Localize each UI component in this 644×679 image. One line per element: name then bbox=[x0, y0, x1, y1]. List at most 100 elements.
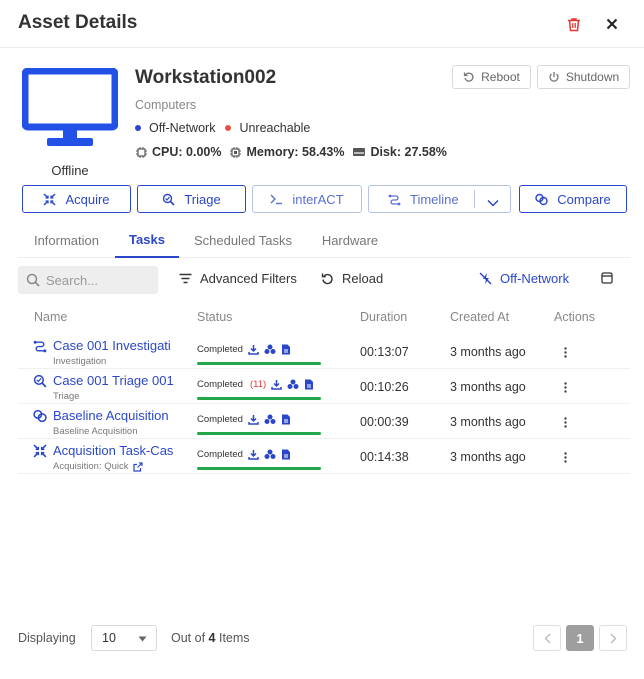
timeline-dropdown-icon[interactable] bbox=[487, 195, 508, 210]
tab-hardware[interactable]: Hardware bbox=[307, 222, 393, 258]
dialog-header: Asset Details bbox=[0, 0, 644, 48]
task-type: Baseline Acquisition bbox=[53, 426, 138, 437]
total-items: 4 bbox=[208, 631, 216, 645]
column-status[interactable]: Status bbox=[197, 310, 232, 324]
page-number-button[interactable]: 1 bbox=[566, 625, 594, 651]
report-icon[interactable] bbox=[304, 379, 314, 390]
table-row[interactable]: Baseline Acquisition Baseline Acquisitio… bbox=[18, 404, 630, 439]
acquire-button[interactable]: Acquire bbox=[22, 185, 131, 213]
progress-bar bbox=[197, 397, 321, 400]
more-actions-icon[interactable] bbox=[559, 449, 571, 465]
task-created-at: 3 months ago bbox=[450, 345, 526, 359]
acquire-label: Acquire bbox=[65, 191, 110, 207]
power-icon bbox=[549, 72, 559, 82]
table-row[interactable]: Acquisition Task-Cas Acquisition: Quick … bbox=[18, 439, 630, 474]
dialog-title: Asset Details bbox=[18, 12, 138, 33]
report-icon[interactable] bbox=[281, 414, 291, 425]
share-icon[interactable] bbox=[264, 414, 276, 425]
download-icon[interactable] bbox=[248, 414, 259, 425]
table-header: Name Status Duration Created At Actions bbox=[18, 306, 630, 328]
terminal-icon bbox=[270, 194, 283, 205]
disk-icon bbox=[353, 148, 366, 156]
task-type: Investigation bbox=[53, 356, 107, 367]
reachability-status: Unreachable bbox=[239, 121, 311, 135]
chevron-left-icon bbox=[544, 633, 550, 643]
tab-scheduled-tasks[interactable]: Scheduled Tasks bbox=[179, 222, 307, 258]
task-name-cell: Baseline Acquisition Baseline Acquisitio… bbox=[33, 408, 198, 437]
task-name-link[interactable]: Acquisition Task-Cas bbox=[53, 443, 173, 458]
prev-page-button[interactable] bbox=[533, 625, 561, 651]
advanced-filters-button[interactable]: Advanced Filters bbox=[179, 271, 297, 286]
download-icon[interactable] bbox=[248, 344, 259, 355]
report-icon[interactable] bbox=[281, 449, 291, 460]
task-duration: 00:13:07 bbox=[360, 345, 409, 359]
unreachable-dot-icon bbox=[225, 125, 232, 131]
column-name[interactable]: Name bbox=[34, 310, 67, 324]
timeline-button[interactable]: Timeline bbox=[368, 185, 511, 213]
task-status-cell: Completed bbox=[197, 414, 332, 435]
acquire-icon bbox=[43, 192, 56, 206]
compare-label: Compare bbox=[557, 191, 611, 207]
columns-toggle-button[interactable] bbox=[601, 272, 621, 284]
items-label: Items bbox=[218, 631, 250, 645]
report-icon[interactable] bbox=[281, 344, 291, 355]
memory-stat: Memory: 58.43% bbox=[229, 145, 344, 159]
task-name-link[interactable]: Case 001 Triage 001 bbox=[53, 373, 174, 388]
network-status: Off-Network bbox=[149, 121, 216, 135]
table-row[interactable]: Case 001 Triage 001 Triage Completed (11… bbox=[18, 369, 630, 404]
external-link-icon[interactable] bbox=[132, 461, 143, 472]
progress-bar bbox=[197, 432, 321, 435]
share-icon[interactable] bbox=[287, 379, 299, 390]
task-status-cell: Completed (11) bbox=[197, 379, 332, 400]
share-icon[interactable] bbox=[264, 344, 276, 355]
search-box[interactable] bbox=[18, 266, 158, 294]
compare-button[interactable]: Compare bbox=[519, 185, 627, 213]
network-filter-button[interactable]: Off-Network bbox=[479, 271, 569, 286]
shutdown-button[interactable]: Shutdown bbox=[537, 65, 630, 89]
task-status-cell: Completed bbox=[197, 344, 332, 365]
displaying-label: Displaying bbox=[18, 631, 76, 645]
reboot-button[interactable]: Reboot bbox=[452, 65, 531, 89]
reload-button[interactable]: Reload bbox=[321, 271, 383, 286]
task-type: Triage bbox=[53, 391, 80, 402]
interact-button[interactable]: interACT bbox=[252, 185, 362, 213]
task-status-cell: Completed bbox=[197, 449, 332, 470]
timeline-divider bbox=[474, 190, 475, 208]
pagination-bar: Displaying 10 Out of 4 Items 1 bbox=[18, 622, 630, 654]
more-actions-icon[interactable] bbox=[559, 379, 571, 395]
progress-bar bbox=[197, 467, 321, 470]
more-actions-icon[interactable] bbox=[559, 344, 571, 360]
close-icon[interactable] bbox=[602, 14, 622, 34]
items-summary: Out of 4 Items bbox=[171, 631, 250, 645]
table-row[interactable]: Case 001 Investigati Investigation Compl… bbox=[18, 334, 630, 369]
tab-tasks[interactable]: Tasks bbox=[115, 222, 179, 258]
tab-information[interactable]: Information bbox=[18, 222, 115, 258]
download-icon[interactable] bbox=[248, 449, 259, 460]
cpu-value: CPU: 0.00% bbox=[152, 145, 222, 159]
findings-count[interactable]: (11) bbox=[250, 379, 266, 390]
memory-icon bbox=[230, 146, 242, 158]
status-text: Completed bbox=[197, 379, 243, 390]
page-size-value: 10 bbox=[102, 631, 116, 645]
task-duration: 00:10:26 bbox=[360, 380, 409, 394]
filter-icon bbox=[179, 273, 192, 284]
triage-button[interactable]: Triage bbox=[137, 185, 246, 213]
next-page-button[interactable] bbox=[599, 625, 627, 651]
page-size-select[interactable]: 10 bbox=[91, 625, 157, 651]
share-icon[interactable] bbox=[264, 449, 276, 460]
out-of-label: Out of bbox=[171, 631, 206, 645]
tab-bar: Information Tasks Scheduled Tasks Hardwa… bbox=[18, 222, 630, 258]
asset-status: Off-Network Unreachable bbox=[135, 121, 310, 135]
column-created-at[interactable]: Created At bbox=[450, 310, 509, 324]
column-duration[interactable]: Duration bbox=[360, 310, 407, 324]
more-actions-icon[interactable] bbox=[559, 414, 571, 430]
disk-stat: Disk: 27.58% bbox=[352, 145, 447, 159]
status-text: Completed bbox=[197, 344, 243, 355]
delete-icon[interactable] bbox=[564, 14, 584, 34]
task-name-link[interactable]: Case 001 Investigati bbox=[53, 338, 171, 353]
progress-bar bbox=[197, 362, 321, 365]
download-icon[interactable] bbox=[271, 379, 282, 390]
task-name-link[interactable]: Baseline Acquisition bbox=[53, 408, 169, 423]
task-duration: 00:14:38 bbox=[360, 450, 409, 464]
search-input[interactable] bbox=[46, 272, 146, 288]
